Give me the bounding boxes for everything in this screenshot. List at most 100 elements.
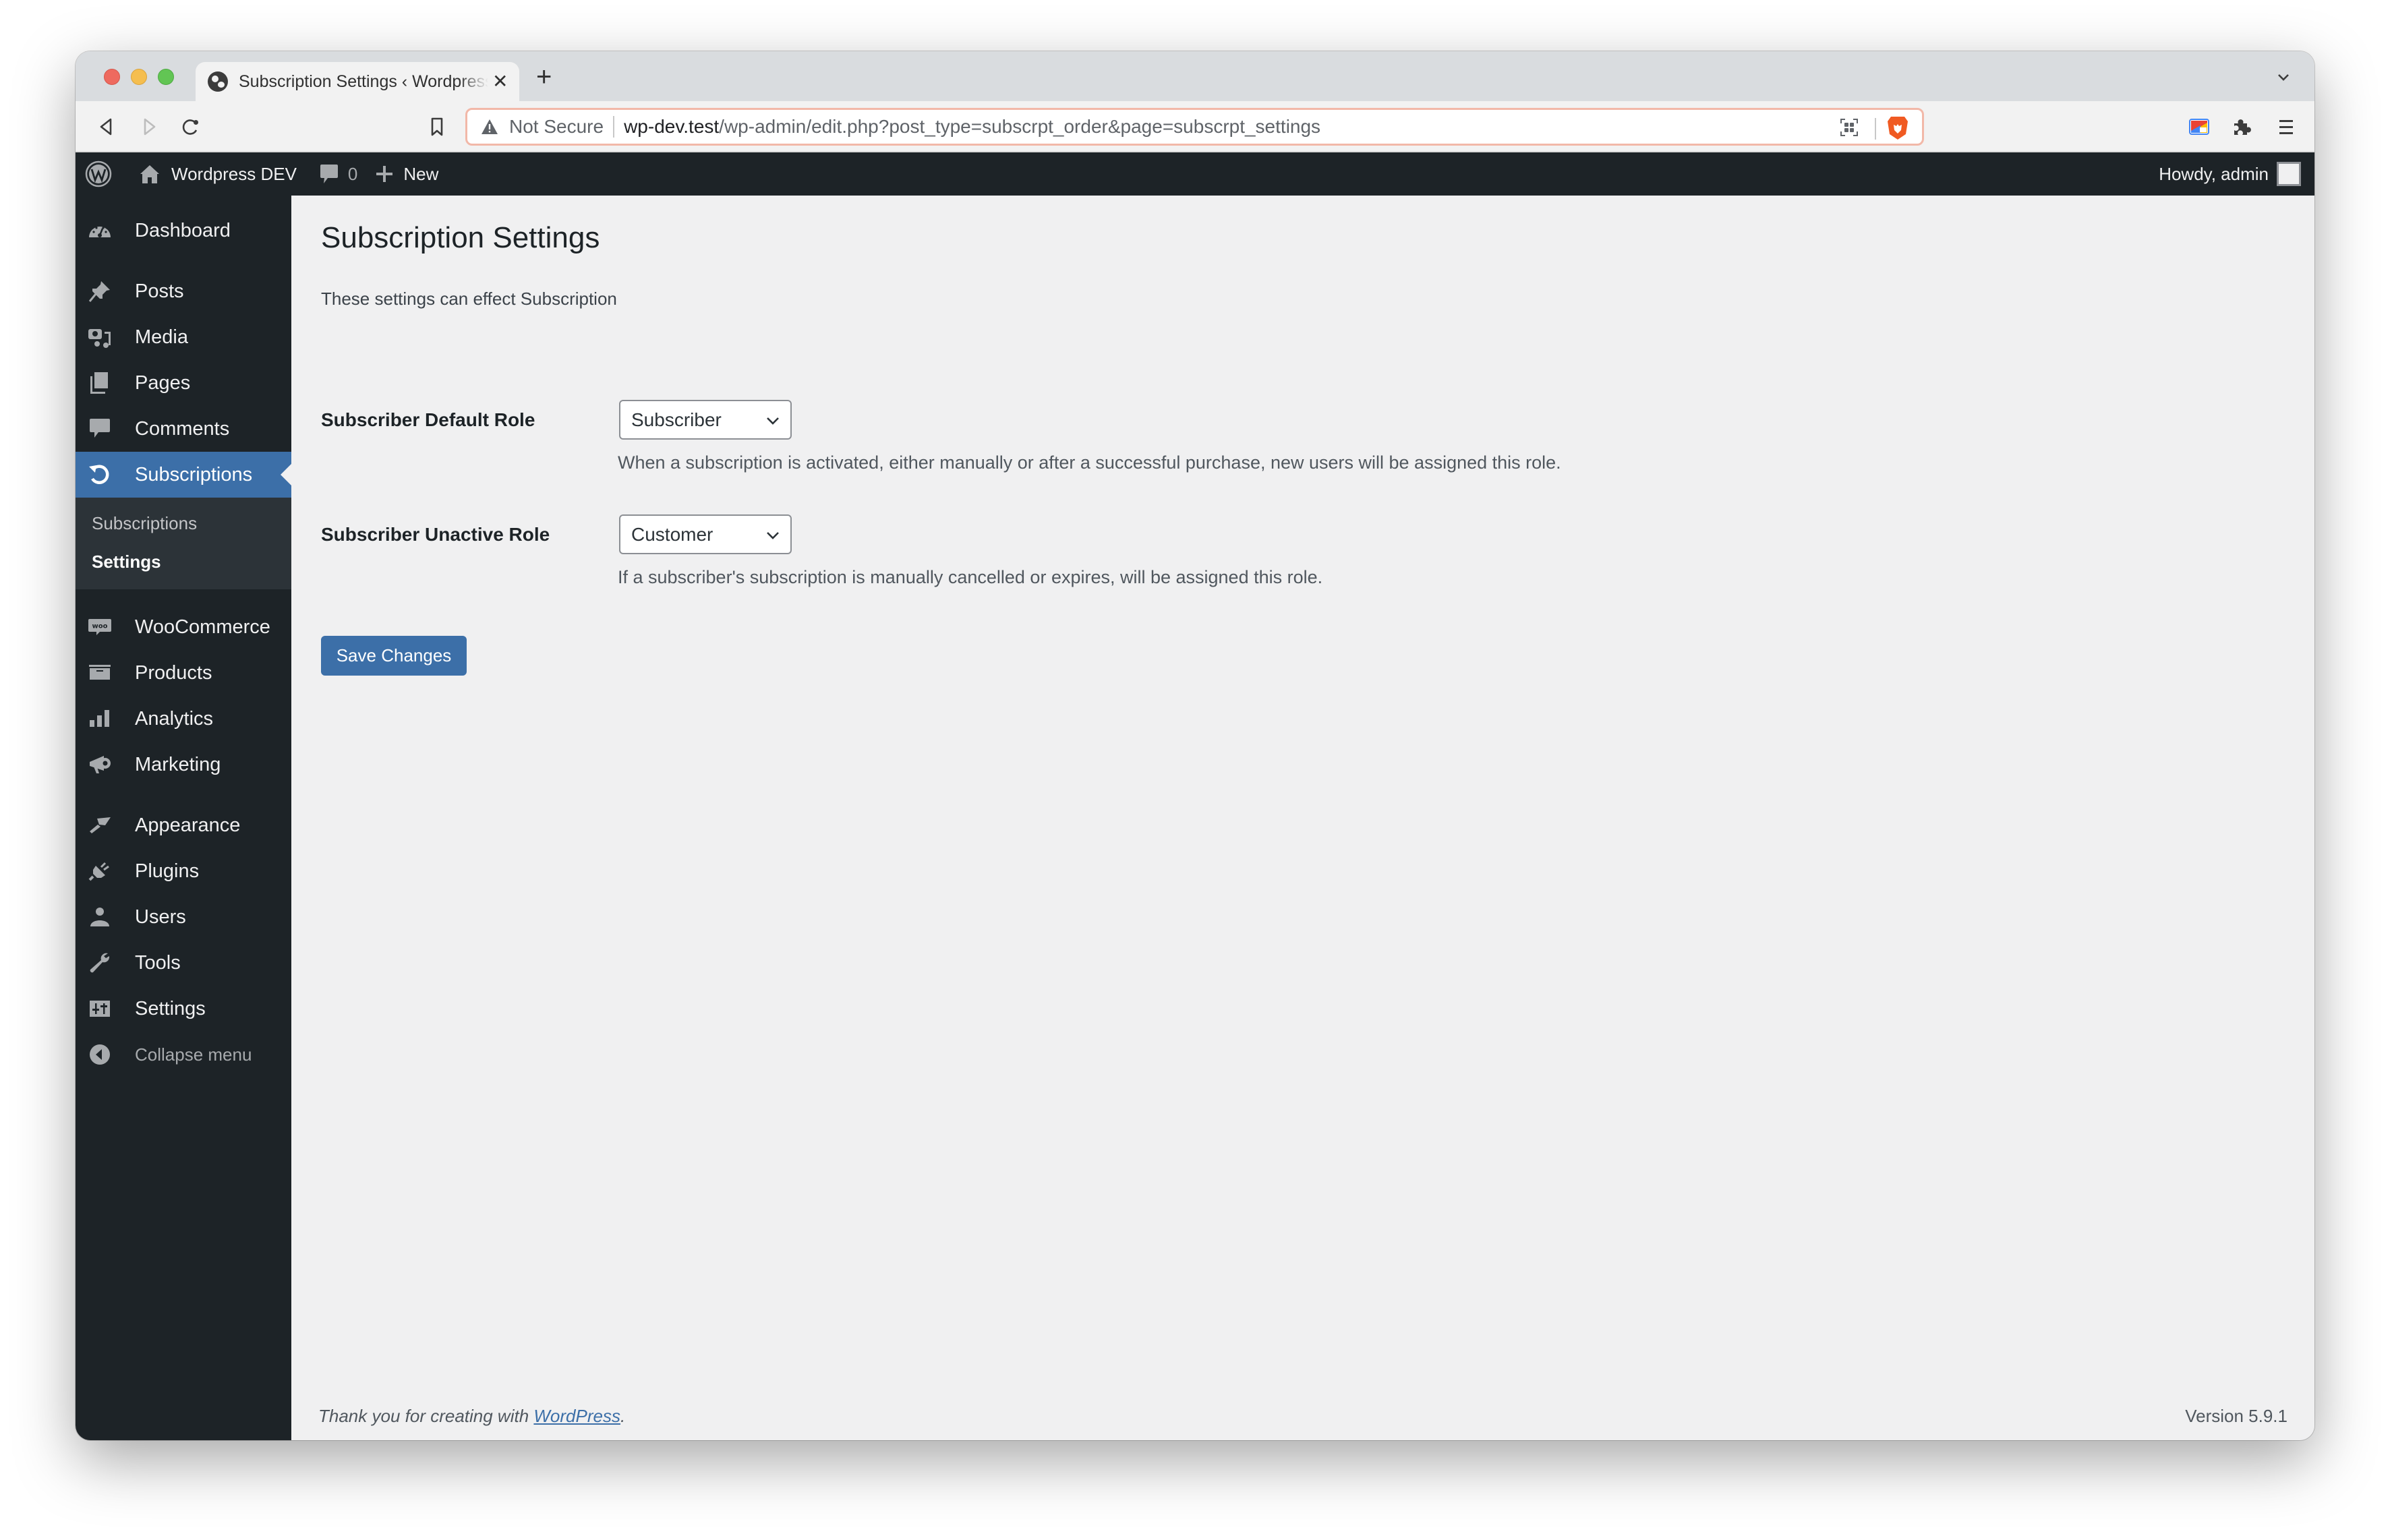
sidebar-item-label: WooCommerce — [135, 616, 270, 638]
tab-close-icon[interactable]: ✕ — [492, 72, 508, 91]
footer-period: . — [620, 1406, 626, 1426]
chevron-down-icon — [767, 417, 779, 425]
hamburger-menu-icon[interactable] — [2275, 116, 2297, 138]
page-title: Subscription Settings — [321, 221, 600, 254]
main-content: Subscription Settings These settings can… — [291, 196, 2314, 1440]
refresh-icon — [89, 465, 109, 484]
brave-shield-icon[interactable] — [1887, 115, 1908, 141]
forward-icon[interactable] — [138, 116, 160, 138]
sidebar-item-marketing[interactable]: Marketing — [76, 742, 291, 788]
warning-icon — [482, 119, 498, 134]
woo-icon: woo — [88, 619, 111, 635]
submenu-item-subscriptions[interactable]: Subscriptions — [76, 504, 291, 543]
new-tab-button[interactable]: + — [536, 63, 552, 90]
sidebar-item-label: Pages — [135, 372, 191, 394]
footer-version: Version 5.9.1 — [2185, 1406, 2287, 1426]
url-text[interactable]: wp-dev.test/wp-admin/edit.php?post_type=… — [624, 116, 1320, 138]
sidebar-item-users[interactable]: Users — [76, 894, 291, 940]
wordpress-logo-icon[interactable] — [85, 160, 112, 187]
close-window-button[interactable] — [104, 69, 120, 85]
bookmark-icon[interactable] — [426, 116, 448, 138]
comment-bubble-icon — [320, 165, 338, 183]
browser-tab-active[interactable]: Subscription Settings ‹ Wordpress DEV ✕ — [196, 62, 519, 101]
chevron-down-icon[interactable] — [2275, 69, 2292, 85]
maximize-window-button[interactable] — [158, 69, 174, 85]
dashboard-icon — [89, 227, 111, 237]
collapse-menu-button[interactable]: Collapse menu — [76, 1032, 291, 1077]
back-icon[interactable] — [96, 116, 117, 138]
bar-chart-icon — [90, 710, 109, 727]
megaphone-icon — [90, 756, 111, 773]
qr-code-icon[interactable] — [1840, 118, 1859, 137]
svg-text:woo: woo — [92, 623, 108, 630]
site-name-link[interactable]: Wordpress DEV — [139, 152, 297, 196]
sidebar-item-plugins[interactable]: Plugins — [76, 848, 291, 894]
sidebar-item-subscriptions[interactable]: Subscriptions — [76, 452, 291, 498]
default-role-select[interactable]: Subscriber — [619, 400, 792, 440]
collapse-label: Collapse menu — [135, 1044, 252, 1065]
sidebar-item-posts[interactable]: Posts — [76, 268, 291, 314]
sidebar-item-pages[interactable]: Pages — [76, 360, 291, 406]
sidebar-item-analytics[interactable]: Analytics — [76, 696, 291, 742]
page-description: These settings can effect Subscription — [321, 289, 617, 309]
home-icon — [140, 165, 159, 183]
sliders-icon — [90, 1001, 110, 1017]
wrench-icon — [90, 953, 110, 973]
reload-icon[interactable] — [179, 116, 201, 138]
sidebar-item-tools[interactable]: Tools — [76, 940, 291, 986]
address-bar[interactable]: Not Secure wp-dev.test/wp-admin/edit.php… — [465, 108, 1924, 146]
sidebar-item-label: Analytics — [135, 707, 214, 730]
menu-separator — [76, 254, 291, 268]
browser-window: Subscription Settings ‹ Wordpress DEV ✕ … — [76, 51, 2314, 1440]
pages-icon — [90, 372, 108, 394]
sidebar-item-label: Settings — [135, 997, 206, 1019]
chevron-down-icon — [767, 532, 779, 539]
sidebar-item-label: Subscriptions — [135, 463, 253, 485]
sidebar-item-label: Plugins — [135, 860, 200, 882]
sidebar-item-media[interactable]: Media — [76, 314, 291, 360]
sidebar-item-label: Products — [135, 661, 212, 684]
subscriptions-submenu: Subscriptions Settings — [76, 498, 291, 589]
sidebar-item-settings[interactable]: Settings — [76, 986, 291, 1032]
field-help-text: If a subscriber's subscription is manual… — [618, 567, 1323, 587]
url-host: wp-dev.test — [624, 116, 720, 137]
field-help-text: When a subscription is activated, either… — [618, 452, 1561, 473]
sidebar-item-products[interactable]: Products — [76, 650, 291, 696]
sidebar-item-label: Posts — [135, 280, 184, 302]
new-label: New — [403, 163, 439, 184]
sidebar-item-comments[interactable]: Comments — [76, 406, 291, 452]
wordpress-link[interactable]: WordPress — [533, 1406, 620, 1426]
select-value: Subscriber — [631, 409, 722, 430]
collapse-arrow-icon — [90, 1044, 110, 1065]
comment-icon — [90, 419, 110, 438]
minimize-window-button[interactable] — [131, 69, 147, 85]
tab-title: Subscription Settings ‹ Wordpress DEV — [239, 71, 488, 91]
field-label: Subscriber Unactive Role — [321, 524, 550, 545]
footer-thanks: Thank you for creating with WordPress. — [318, 1406, 625, 1427]
sidebar-item-label: Marketing — [135, 753, 221, 775]
footer-thanks-text: Thank you for creating with — [318, 1406, 534, 1426]
sidebar-item-label: Appearance — [135, 814, 241, 836]
url-path: /wp-admin/edit.php?post_type=subscrpt_or… — [719, 116, 1321, 137]
sidebar-item-woocommerce[interactable]: woo WooCommerce — [76, 604, 291, 650]
sidebar-item-label: Media — [135, 326, 188, 348]
unactive-role-select[interactable]: Customer — [619, 514, 792, 554]
security-label[interactable]: Not Secure — [509, 116, 604, 138]
menu-separator — [76, 589, 291, 604]
user-icon — [90, 908, 109, 926]
sidebar-item-label: Comments — [135, 417, 230, 440]
comments-count: 0 — [347, 163, 358, 184]
sidebar-item-label: Dashboard — [135, 219, 231, 241]
new-content-link[interactable]: New — [375, 152, 438, 196]
sidebar-item-appearance[interactable]: Appearance — [76, 802, 291, 848]
sidebar-item-dashboard[interactable]: Dashboard — [76, 208, 291, 254]
extensions-puzzle-icon[interactable] — [2231, 116, 2252, 138]
submenu-item-settings[interactable]: Settings — [76, 543, 291, 581]
tab-strip: Subscription Settings ‹ Wordpress DEV ✕ … — [76, 51, 2314, 101]
save-changes-button[interactable]: Save Changes — [321, 636, 467, 676]
comments-link[interactable]: 0 — [320, 152, 357, 196]
tab-manager-extension-icon[interactable] — [2188, 116, 2210, 138]
wp-admin-bar: Wordpress DEV 0 New Howdy, admin — [76, 152, 2314, 196]
sidebar-item-label: Tools — [135, 951, 181, 974]
my-account-link[interactable]: Howdy, admin — [2159, 152, 2301, 196]
